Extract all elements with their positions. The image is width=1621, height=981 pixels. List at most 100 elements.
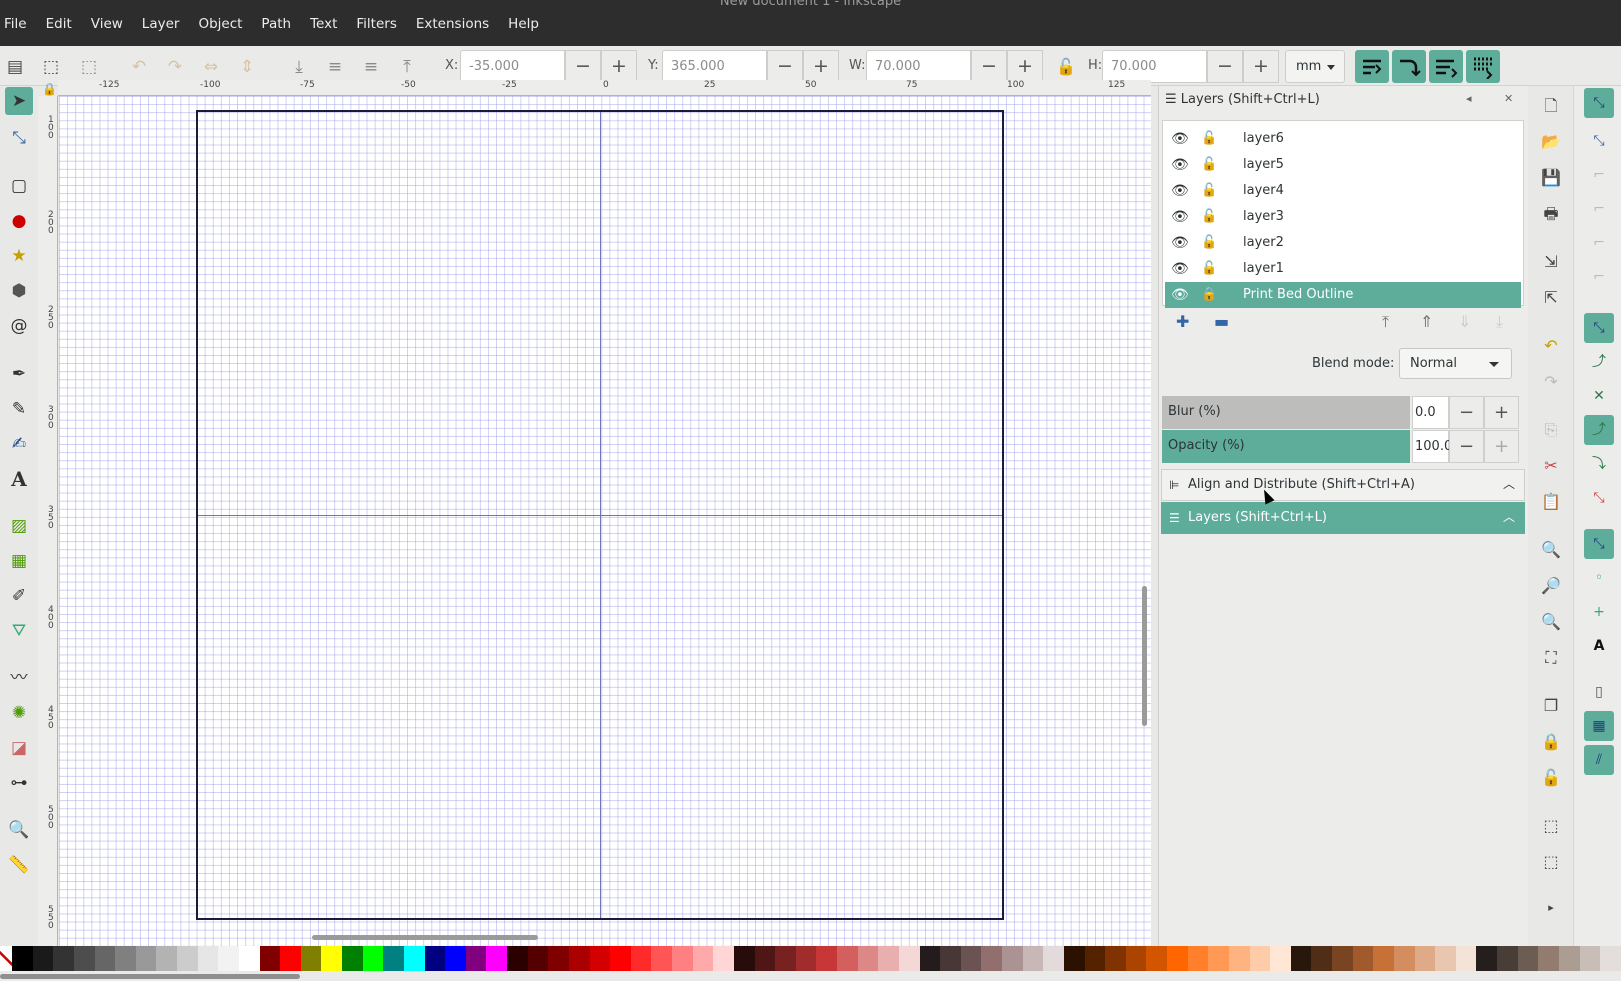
color-swatch[interactable] [280,946,301,971]
unlocked-icon[interactable]: 🔓 [1201,178,1217,204]
menu-layer[interactable]: Layer [130,14,187,34]
height-input[interactable]: 70.000 [1102,50,1207,83]
color-swatch[interactable] [1558,946,1580,971]
color-swatch[interactable] [32,946,54,971]
paint-bucket-tool-icon[interactable]: ⛛ [5,617,33,645]
color-swatch[interactable] [135,946,157,971]
color-swatch[interactable] [465,946,487,971]
color-swatch[interactable] [1538,946,1559,971]
gradient-tool-icon[interactable]: ▨ [5,512,33,540]
color-swatch[interactable] [403,946,425,971]
color-swatch[interactable] [878,946,899,971]
vertical-scrollbar[interactable] [1142,586,1147,726]
snap-path-icon[interactable]: ⤴ [1584,347,1614,377]
menu-path[interactable]: Path [249,14,298,34]
blur-decrement-button[interactable]: − [1449,396,1484,429]
color-swatch[interactable] [424,946,446,971]
eye-icon[interactable]: 👁 [1171,152,1189,178]
snap-others-icon[interactable]: ⤡ [1584,529,1614,559]
color-swatch[interactable] [1414,946,1436,971]
rectangle-tool-icon[interactable]: ▢ [5,172,33,200]
zoom-page-width-icon[interactable]: ⛶ [1538,645,1564,671]
blur-slider[interactable]: Blur (%) [1162,396,1410,429]
selector-tool-icon[interactable]: ➤ [5,87,33,115]
color-swatch[interactable] [259,946,281,971]
export-icon[interactable]: ⇱ [1538,285,1564,311]
scale-corners-button[interactable] [1392,50,1426,83]
unlocked-icon[interactable]: 🔓 [1201,256,1217,282]
unlocked-icon[interactable]: 🔓 [1201,230,1217,256]
color-swatch[interactable] [1187,946,1209,971]
snap-text-baseline-icon[interactable]: A [1584,631,1614,661]
raise-to-top-icon[interactable]: ⤒ [396,56,418,78]
color-swatch[interactable] [1063,946,1085,971]
color-swatch[interactable] [1125,946,1147,971]
snap-bbox-corner-icon[interactable]: ⌐ [1584,194,1614,224]
color-swatch[interactable] [94,946,116,971]
lower-to-bottom-icon[interactable]: ⤓ [1496,312,1503,332]
color-swatch[interactable] [754,946,776,971]
color-swatch[interactable] [342,946,363,971]
eraser-tool-icon[interactable]: ◪ [5,734,33,762]
snap-center-icon[interactable]: ◦ [1584,563,1614,593]
menu-edit[interactable]: Edit [34,14,79,34]
duplicate-icon[interactable]: ❐ [1538,693,1564,719]
menu-view[interactable]: View [79,14,130,34]
select-all-icon[interactable]: ▤ [4,56,26,78]
color-swatch[interactable] [816,946,837,971]
deselect-icon[interactable]: ⬚ [78,56,100,78]
cut-icon[interactable]: ✂ [1538,453,1564,479]
snap-enable-icon[interactable]: ⤡ [1584,88,1614,118]
color-swatch[interactable] [383,946,404,971]
connector-tool-icon[interactable]: ⊶ [5,769,33,797]
color-swatch[interactable] [362,946,384,971]
color-swatch[interactable] [1435,946,1456,971]
color-swatch[interactable] [960,946,982,971]
flip-vertical-icon[interactable]: ⇕ [236,56,258,78]
color-swatch[interactable] [1579,946,1601,971]
h-increment-button[interactable]: + [1243,50,1279,83]
star-tool-icon[interactable]: ★ [5,242,33,270]
x-increment-button[interactable]: + [601,50,637,83]
snap-grid-icon[interactable]: ▦ [1584,711,1614,741]
snap-page-border-icon[interactable]: ▯ [1584,677,1614,707]
color-swatch[interactable] [53,946,74,971]
spray-tool-icon[interactable]: ✺ [5,699,33,727]
unlocked-icon[interactable]: 🔓 [1201,126,1217,152]
color-swatch[interactable] [1455,946,1477,971]
color-swatch[interactable] [1022,946,1044,971]
color-swatch[interactable] [445,946,466,971]
menu-extensions[interactable]: Extensions [404,14,496,34]
color-swatch[interactable] [1600,946,1621,971]
flip-horizontal-icon[interactable]: ⇔ [200,56,222,78]
snap-bbox-center-icon[interactable]: ⌐ [1584,262,1614,292]
color-swatch[interactable] [177,946,198,971]
select-all-layers-icon[interactable]: ⬚ [40,56,62,78]
color-swatch[interactable] [651,946,672,971]
snap-guide-icon[interactable]: ⫽ [1584,745,1614,775]
y-increment-button[interactable]: + [803,50,839,83]
snap-midpoints-icon[interactable]: ⤡ [1584,483,1614,513]
rotate-ccw-icon[interactable]: ↶ [128,56,150,78]
color-swatch[interactable] [940,946,961,971]
opacity-input[interactable]: 100.0 [1412,430,1452,463]
guide-lock-icon[interactable]: 🔒 [42,82,57,96]
x-decrement-button[interactable]: − [565,50,601,83]
more-icon[interactable]: ▸ [1538,895,1564,921]
eye-icon[interactable]: 👁 [1171,282,1189,308]
blur-input[interactable]: 0.0 [1412,396,1449,429]
zoom-drawing-icon[interactable]: 🔎 [1538,573,1564,599]
snap-path-intersection-icon[interactable]: ✕ [1584,381,1614,411]
color-swatch[interactable] [589,946,611,971]
color-swatch[interactable] [197,946,219,971]
blend-mode-select[interactable]: Normal [1399,348,1512,379]
x-input[interactable]: -35.000 [460,50,565,83]
color-swatch[interactable] [981,946,1002,971]
unlocked-icon[interactable]: 🔓 [1201,152,1217,178]
calligraphy-tool-icon[interactable]: ✍ [5,430,33,458]
blur-increment-button[interactable]: + [1484,396,1519,429]
save-icon[interactable]: 💾 [1538,165,1564,191]
color-swatch[interactable] [857,946,879,971]
color-swatch[interactable] [507,946,528,971]
color-swatch[interactable] [898,946,920,971]
